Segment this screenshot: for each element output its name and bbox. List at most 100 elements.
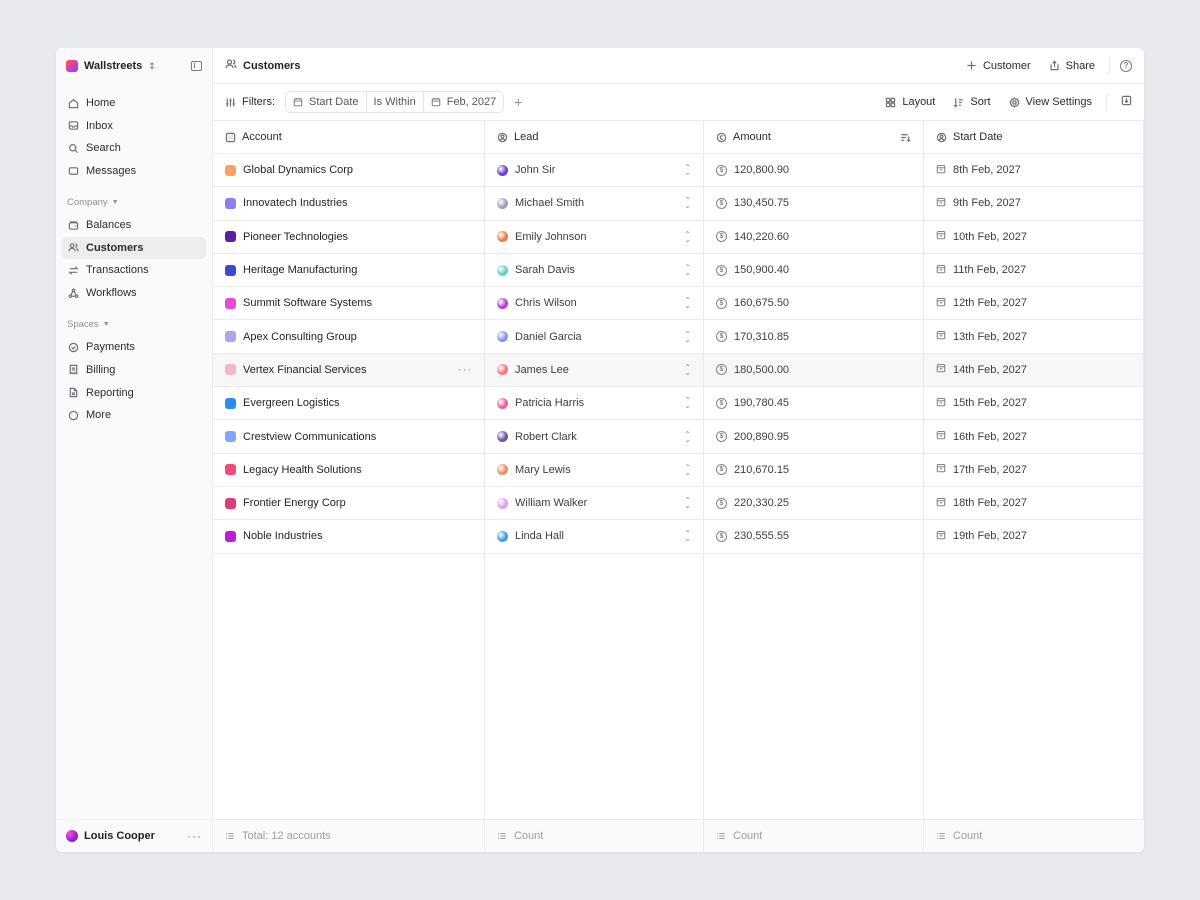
table-row[interactable]: Evergreen Logistics xyxy=(213,387,484,421)
table-row[interactable]: 16th Feb, 2027 xyxy=(924,420,1143,454)
table-row[interactable]: 17th Feb, 2027 xyxy=(924,454,1143,487)
table-row[interactable]: Apex Consulting Group xyxy=(213,320,484,354)
chevron-updown-icon[interactable]: ⌃ ⌄ xyxy=(684,264,691,277)
chevron-updown-icon[interactable]: ⌃ ⌄ xyxy=(684,363,691,376)
spaces-section-header[interactable]: Spaces ▼ xyxy=(62,314,206,334)
table-row[interactable]: Heritage Manufacturing xyxy=(213,254,484,288)
sidebar-item-payments[interactable]: Payments xyxy=(62,336,206,358)
view-settings-button[interactable]: View Settings xyxy=(1009,96,1092,108)
table-row[interactable]: 14th Feb, 2027 xyxy=(924,353,1143,388)
more-horizontal-icon[interactable]: ··· xyxy=(187,829,202,843)
column-header-lead[interactable]: Lead xyxy=(485,121,703,154)
help-icon[interactable]: ? xyxy=(1120,59,1132,72)
table-row[interactable]: Legacy Health Solutions xyxy=(213,454,484,487)
table-row[interactable]: $160,675.50 xyxy=(704,287,923,321)
download-icon[interactable] xyxy=(1121,95,1132,109)
chevron-updown-icon[interactable]: ⌃ ⌄ xyxy=(684,297,691,310)
table-row[interactable]: $220,330.25 xyxy=(704,487,923,521)
chevron-updown-icon[interactable]: ⌃ ⌄ xyxy=(684,164,691,177)
table-row[interactable]: James Lee ⌃ ⌄ xyxy=(485,353,703,388)
table-row[interactable]: $150,900.40 xyxy=(704,254,923,288)
table-row[interactable]: Innovatech Industries xyxy=(213,187,484,221)
sidebar-item-inbox[interactable]: Inbox xyxy=(62,115,206,137)
table-row[interactable]: John Sir ⌃ ⌄ xyxy=(485,154,703,188)
sidebar-item-messages[interactable]: Messages xyxy=(62,160,206,182)
table-row[interactable]: $120,800.90 xyxy=(704,154,923,188)
footer-count-lead[interactable]: Count xyxy=(485,820,704,852)
sidebar-item-search[interactable]: Search xyxy=(62,137,206,159)
chevron-updown-icon[interactable]: ⌃ ⌄ xyxy=(684,463,691,476)
table-row[interactable]: 8th Feb, 2027 xyxy=(924,154,1143,188)
table-row[interactable]: Linda Hall ⌃ ⌄ xyxy=(485,520,703,554)
chevron-updown-icon[interactable]: ⌃ ⌄ xyxy=(684,497,691,510)
filter-value-chip[interactable]: Feb, 2027 xyxy=(424,92,504,112)
filter-operator-chip[interactable]: Is Within xyxy=(367,92,424,112)
sidebar-item-customers[interactable]: Customers xyxy=(62,236,206,259)
table-row[interactable]: William Walker ⌃ ⌄ xyxy=(485,487,703,521)
table-row[interactable]: Chris Wilson ⌃ ⌄ xyxy=(485,287,703,321)
row-more-icon[interactable]: ··· xyxy=(458,364,472,376)
table-row[interactable]: 9th Feb, 2027 xyxy=(924,187,1143,221)
sidebar-item-balances[interactable]: Balances xyxy=(62,214,206,236)
add-customer-button[interactable]: Customer xyxy=(966,60,1031,72)
sort-button[interactable]: Sort xyxy=(953,96,991,108)
sidebar-item-home[interactable]: Home xyxy=(62,92,206,114)
table-row[interactable]: $230,555.55 xyxy=(704,520,923,554)
table-row[interactable]: Noble Industries xyxy=(213,520,484,554)
table-row[interactable]: Robert Clark ⌃ ⌄ xyxy=(485,420,703,454)
chevron-updown-icon[interactable]: ⌃ ⌄ xyxy=(684,430,691,443)
column-header-account[interactable]: Account xyxy=(213,121,484,154)
table-row[interactable]: 15th Feb, 2027 xyxy=(924,387,1143,421)
table-row[interactable]: $210,670.15 xyxy=(704,454,923,487)
company-section-header[interactable]: Company ▼ xyxy=(62,192,206,212)
filter-field-chip[interactable]: Start Date xyxy=(286,92,367,112)
table-row[interactable]: Global Dynamics Corp xyxy=(213,154,484,188)
chevron-updown-icon[interactable]: ⌃ ⌄ xyxy=(684,530,691,543)
account-logo xyxy=(225,331,236,343)
table-row[interactable]: 13th Feb, 2027 xyxy=(924,320,1143,354)
sidebar-item-workflows[interactable]: Workflows xyxy=(62,282,206,304)
table-row[interactable]: Patricia Harris ⌃ ⌄ xyxy=(485,387,703,421)
table-row[interactable]: Vertex Financial Services ··· xyxy=(213,353,484,388)
table-row[interactable]: Pioneer Technologies xyxy=(213,221,484,254)
chevron-updown-icon[interactable]: ⌃ ⌄ xyxy=(684,330,691,343)
table-row[interactable]: Michael Smith ⌃ ⌄ xyxy=(485,187,703,221)
table-row[interactable]: 10th Feb, 2027 xyxy=(924,221,1143,254)
table-row[interactable]: 18th Feb, 2027 xyxy=(924,487,1143,521)
table-row[interactable]: 11th Feb, 2027 xyxy=(924,254,1143,288)
sidebar-toggle-icon[interactable] xyxy=(191,61,202,71)
table-row[interactable]: 19th Feb, 2027 xyxy=(924,520,1143,554)
table-row[interactable]: Frontier Energy Corp xyxy=(213,487,484,521)
table-row[interactable]: $200,890.95 xyxy=(704,420,923,454)
workspace-switcher[interactable]: Wallstreets ⇕ xyxy=(56,48,212,84)
filters-label[interactable]: Filters: xyxy=(225,96,275,108)
footer-total[interactable]: Total: 12 accounts xyxy=(213,820,485,852)
table-row[interactable]: Summit Software Systems xyxy=(213,287,484,321)
table-row[interactable]: 12th Feb, 2027 xyxy=(924,287,1143,321)
sidebar-item-reporting[interactable]: Reporting xyxy=(62,382,206,404)
footer-count-date[interactable]: Count xyxy=(924,820,1144,852)
user-profile[interactable]: Louis Cooper ··· xyxy=(56,819,212,852)
sidebar-item-billing[interactable]: Billing xyxy=(62,359,206,381)
column-header-amount[interactable]: Amount xyxy=(704,121,923,154)
table-row[interactable]: $170,310.85 xyxy=(704,320,923,354)
table-row[interactable]: Mary Lewis ⌃ ⌄ xyxy=(485,454,703,487)
table-row[interactable]: $140,220.60 xyxy=(704,221,923,254)
chevron-updown-icon[interactable]: ⌃ ⌄ xyxy=(684,397,691,410)
table-row[interactable]: $130,450.75 xyxy=(704,187,923,221)
sidebar-item-transactions[interactable]: Transactions xyxy=(62,259,206,281)
footer-count-amount[interactable]: Count xyxy=(704,820,924,852)
column-header-start-date[interactable]: Start Date xyxy=(924,121,1143,154)
table-row[interactable]: Sarah Davis ⌃ ⌄ xyxy=(485,254,703,288)
table-row[interactable]: Emily Johnson ⌃ ⌄ xyxy=(485,221,703,254)
sidebar-item-more[interactable]: More xyxy=(62,404,206,426)
table-row[interactable]: Crestview Communications xyxy=(213,420,484,454)
chevron-updown-icon[interactable]: ⌃ ⌄ xyxy=(684,230,691,243)
share-button[interactable]: Share xyxy=(1049,60,1095,72)
layout-button[interactable]: Layout xyxy=(885,96,935,108)
chevron-updown-icon[interactable]: ⌃ ⌄ xyxy=(684,197,691,210)
table-row[interactable]: Daniel Garcia ⌃ ⌄ xyxy=(485,320,703,354)
add-filter-icon[interactable]: + xyxy=(514,94,522,110)
table-row[interactable]: $180,500.00 xyxy=(704,353,923,388)
table-row[interactable]: $190,780.45 xyxy=(704,387,923,421)
